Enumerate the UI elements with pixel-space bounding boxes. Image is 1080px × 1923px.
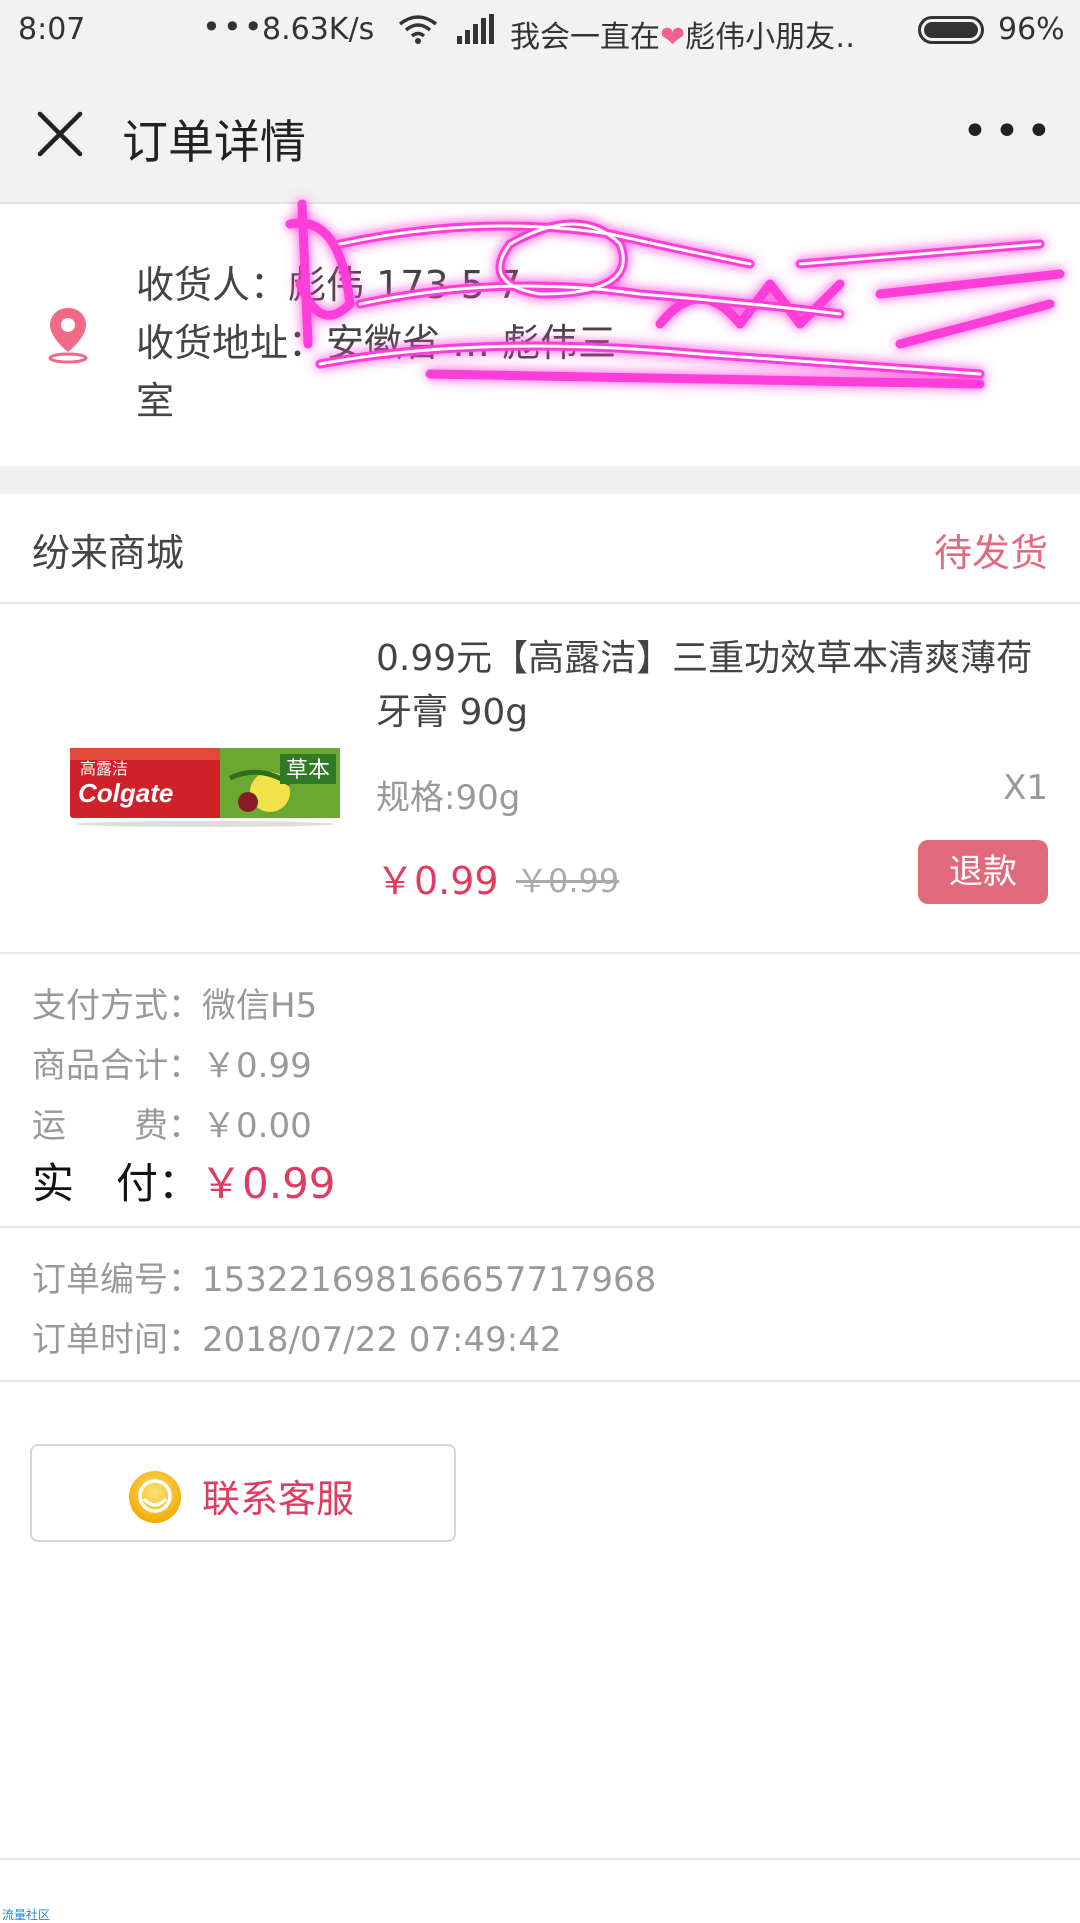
product-image-cn: 高露洁 <box>80 759 128 778</box>
order-info: 订单编号：153221698166657717968 订单时间：2018/07/… <box>0 1228 1080 1382</box>
address-card[interactable]: 收货人：彪伟 173 5 7 收货地址：安徽省 … 彪伟三 室 <box>0 199 1080 466</box>
watermark: 流量社区 <box>2 1908 51 1922</box>
status-time: 8:07 <box>18 12 86 47</box>
wifi-icon <box>398 15 438 44</box>
contact-service-label: 联系客服 <box>202 1477 355 1521</box>
product-image-tag: 草本 <box>286 758 330 783</box>
product-quantity: X1 <box>1003 768 1048 808</box>
status-bar: 8:07 ••• 8.63K/s 我会一直在❤彪伟小朋友‥ 96% <box>0 0 1080 64</box>
receiver-label: 收货人： <box>136 263 289 307</box>
status-dots-icon: ••• <box>202 8 265 46</box>
network-speed: 8.63K/s <box>262 12 375 47</box>
product-name[interactable]: 0.99元【高露洁】三重功效草本清爽薄荷牙膏 90g <box>376 632 1036 740</box>
shop-header: 纷来商城 待发货 <box>0 494 1080 604</box>
address-label: 收货地址： <box>136 321 327 365</box>
payment-summary: 支付方式：微信H5 商品合计：￥0.99 运 费：￥0.00 实 付：￥0.99 <box>0 954 1080 1228</box>
close-icon[interactable] <box>36 110 84 158</box>
amount-paid-value: ￥0.99 <box>200 1159 336 1208</box>
contact-service-button[interactable]: 联系客服 <box>30 1444 456 1542</box>
shipping-fee: 运 费：￥0.00 <box>32 1106 312 1146</box>
page-title: 订单详情 <box>122 115 306 169</box>
amount-paid: 实 付：￥0.99 <box>32 1150 336 1211</box>
divider <box>0 1858 1080 1860</box>
order-status: 待发货 <box>933 531 1048 575</box>
location-pin-icon <box>48 308 88 364</box>
product-price: ￥0.99 <box>376 859 499 903</box>
shop-name[interactable]: 纷来商城 <box>32 522 184 577</box>
order-time: 订单时间：2018/07/22 07:49:42 <box>32 1320 562 1360</box>
section-gap <box>0 466 1080 494</box>
address-value: 安徽省 … 彪伟三 <box>326 321 617 365</box>
customer-service-icon <box>129 1471 181 1523</box>
product-item[interactable]: 高露洁 Colgate 草本 0.99元【高露洁】三重功效草本清爽薄荷牙膏 90… <box>0 604 1080 954</box>
more-icon[interactable]: ••• <box>962 106 1058 157</box>
product-original-price: ￥0.99 <box>516 862 620 900</box>
refund-button[interactable]: 退款 <box>918 840 1048 904</box>
subtotal: 商品合计：￥0.99 <box>32 1046 312 1086</box>
amount-paid-label: 实 付： <box>32 1159 201 1208</box>
battery-icon <box>918 16 984 44</box>
payment-method: 支付方式：微信H5 <box>32 986 318 1026</box>
receiver-line: 收货人：彪伟 173 5 7 <box>136 254 521 309</box>
signal-icon <box>457 14 494 44</box>
address-tail: 室 <box>136 379 175 423</box>
receiver-value: 彪伟 173 5 7 <box>288 263 522 307</box>
product-image-brand: Colgate <box>78 778 173 808</box>
product-image[interactable]: 高露洁 Colgate 草本 <box>70 744 340 828</box>
nav-bar: 订单详情 ••• <box>0 64 1080 204</box>
carrier-name: 我会一直在❤彪伟小朋友‥ <box>510 20 856 55</box>
order-number: 订单编号：153221698166657717968 <box>32 1260 657 1300</box>
product-spec: 规格:90g <box>376 778 521 818</box>
battery-percent: 96% <box>998 12 1065 47</box>
heart-icon: ❤ <box>660 20 686 55</box>
address-line: 收货地址：安徽省 … 彪伟三 <box>136 312 616 367</box>
